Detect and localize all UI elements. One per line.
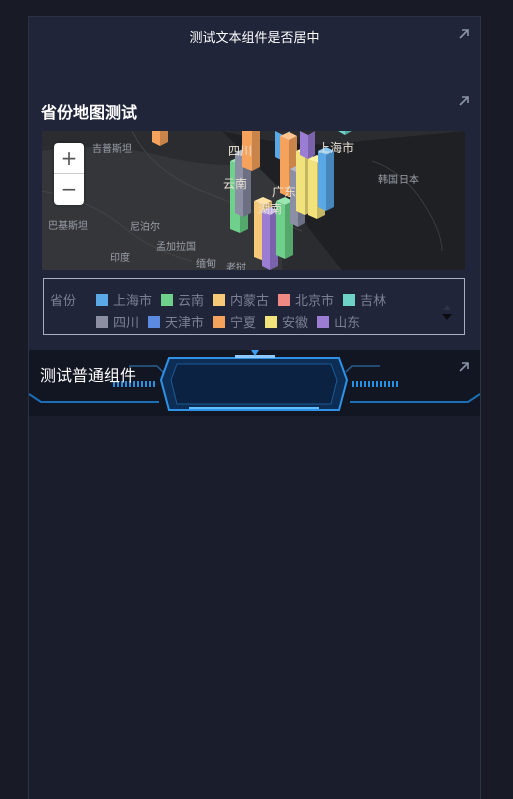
legend-label: 内蒙古 (230, 294, 270, 309)
legend-item-ningxia[interactable]: 宁夏 (213, 312, 256, 331)
bar3d-layer (152, 131, 352, 270)
legend-item-sichuan[interactable]: 四川 (96, 312, 139, 331)
legend-swatch (278, 293, 291, 306)
arrow-up-right-icon[interactable] (457, 94, 471, 108)
legend-item-tianjin[interactable]: 天津市 (148, 312, 204, 331)
legend-item-beijing[interactable]: 北京市 (278, 290, 334, 309)
page-up-icon (443, 305, 451, 310)
banner-component-title: 测试普通组件 (40, 366, 137, 385)
legend-pager[interactable] (440, 301, 454, 323)
legend-label: 安徽 (282, 316, 309, 331)
map-label: 云南 (223, 177, 248, 191)
banner-card: 测试普通组件 (29, 350, 480, 416)
legend-swatch (213, 315, 226, 328)
legend-label: 吉林 (360, 294, 387, 309)
legend-label: 云南 (178, 294, 205, 309)
legend-item-jilin[interactable]: 吉林 (343, 290, 386, 309)
arrow-up-right-icon[interactable] (457, 360, 471, 374)
legend-label: 上海市 (113, 294, 153, 309)
legend-label: 山东 (334, 316, 361, 331)
legend-label: 天津市 (165, 316, 205, 331)
legend-title: 省份 (50, 294, 77, 309)
map-label: 上海市 (318, 141, 355, 155)
legend-label: 宁夏 (230, 316, 257, 331)
legend-swatch (96, 293, 108, 306)
legend-swatch (161, 293, 174, 306)
map-legend: 省份 上海市 云南 内蒙古 北京市 吉林 四川 天津市 宁夏 安徽 山东 (43, 278, 465, 335)
legend-item-anhui[interactable]: 安徽 (265, 312, 308, 331)
bar3d[interactable] (152, 131, 168, 146)
legend-item-shandong[interactable]: 山东 (317, 312, 360, 331)
zoom-control: + − (54, 143, 84, 205)
legend-label: 四川 (113, 316, 140, 331)
legend-row: 四川 天津市 宁夏 安徽 山东 (96, 312, 369, 331)
bar3d[interactable] (300, 131, 315, 159)
legend-swatch (343, 293, 356, 306)
map-label: 广东 (272, 185, 297, 199)
legend-item-shanghai[interactable]: 上海市 (96, 290, 152, 309)
legend-item-neimenggu[interactable]: 内蒙古 (213, 290, 269, 309)
map-label: 四川 (228, 144, 253, 158)
bar3d[interactable] (318, 147, 334, 211)
legend-swatch (213, 293, 226, 306)
legend-swatch (265, 315, 278, 328)
map-card: 测试文本组件是否居中 省份地图测试 吉普斯坦 印度 孟加拉国 尼泊尔 巴基斯坦 … (29, 17, 480, 350)
legend-swatch (96, 315, 108, 328)
map-component-title: 省份地图测试 (41, 103, 138, 122)
page-down-icon (442, 314, 452, 320)
province-map[interactable]: 吉普斯坦 印度 孟加拉国 尼泊尔 巴基斯坦 缅甸 老挝 韩国 日本 四川 云南 … (42, 131, 465, 270)
legend-swatch (317, 315, 330, 328)
bar3d[interactable] (338, 131, 352, 135)
arrow-up-right-icon[interactable] (457, 27, 471, 41)
legend-row: 上海市 云南 内蒙古 北京市 吉林 (96, 290, 395, 309)
zoom-out-button[interactable]: − (54, 174, 84, 205)
text-component-title: 测试文本组件是否居中 (189, 31, 320, 46)
legend-swatch (148, 315, 161, 328)
zoom-in-button[interactable]: + (54, 143, 84, 174)
map-label: 湖南 (258, 202, 283, 216)
legend-item-yunnan[interactable]: 云南 (161, 290, 204, 309)
legend-label: 北京市 (295, 294, 335, 309)
